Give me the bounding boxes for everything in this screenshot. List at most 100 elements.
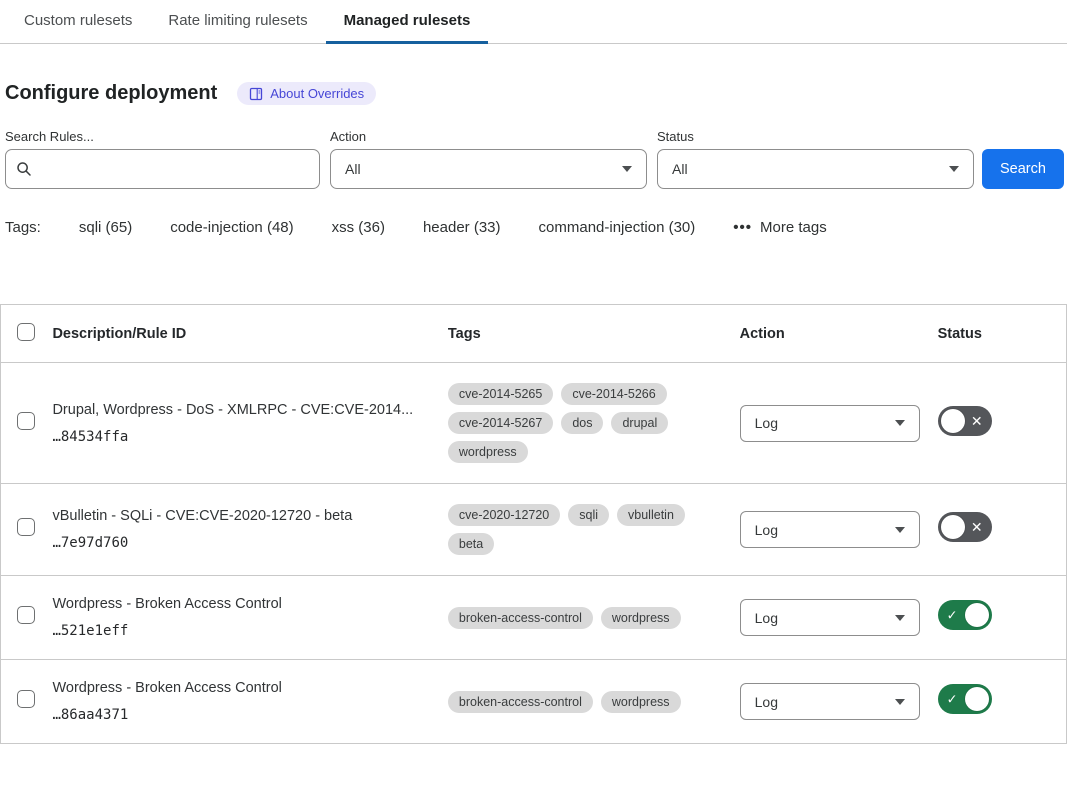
- rule-tag-pill: wordpress: [448, 441, 528, 463]
- column-header-action: Action: [740, 305, 938, 363]
- status-toggle[interactable]: ✓ ✕: [938, 512, 992, 542]
- rule-tags: broken-access-control wordpress: [448, 691, 726, 713]
- rule-id: …521e1eff: [52, 623, 447, 639]
- chevron-down-icon: [895, 615, 905, 621]
- rule-tag-pill: dos: [561, 412, 603, 434]
- tags-list: sqli (65) code-injection (48) xss (36) head…: [79, 219, 695, 236]
- action-filter-label: Action: [330, 129, 647, 144]
- ruleset-tabs: Custom rulesets Rate limiting rulesets M…: [0, 0, 1067, 44]
- page-title: Configure deployment: [5, 82, 217, 105]
- action-select[interactable]: Log: [740, 405, 920, 442]
- table-row: Wordpress - Broken Access Control …521e1…: [1, 576, 1067, 660]
- action-select[interactable]: Log: [740, 599, 920, 636]
- row-checkbox[interactable]: [17, 518, 35, 536]
- action-select-value: Log: [755, 694, 778, 710]
- heading-row: Configure deployment About Overrides: [5, 82, 1067, 105]
- toggle-knob: [941, 515, 965, 539]
- rule-tag-pill: wordpress: [601, 607, 681, 629]
- action-select-value: Log: [755, 610, 778, 626]
- status-filter: Status All: [657, 129, 974, 189]
- search-label: Search Rules...: [5, 129, 320, 144]
- more-tags-label: More tags: [760, 219, 827, 236]
- status-filter-value: All: [672, 161, 688, 177]
- action-filter-select[interactable]: All: [330, 149, 647, 189]
- column-header-tags: Tags: [448, 305, 740, 363]
- tag-filter-link[interactable]: code-injection (48): [170, 219, 293, 236]
- rule-title: Wordpress - Broken Access Control: [52, 680, 447, 696]
- rule-tag-pill: broken-access-control: [448, 607, 593, 629]
- check-icon: ✓: [947, 609, 958, 622]
- rules-table: Description/Rule ID Tags Action Status D…: [0, 304, 1067, 744]
- action-select[interactable]: Log: [740, 683, 920, 720]
- rule-id: …86aa4371: [52, 707, 447, 723]
- chevron-down-icon: [895, 527, 905, 533]
- action-select[interactable]: Log: [740, 511, 920, 548]
- column-header-status: Status: [938, 305, 1067, 363]
- rule-tag-pill: cve-2020-12720: [448, 504, 560, 526]
- rules-table-body: Drupal, Wordpress - DoS - XMLRPC - CVE:C…: [1, 363, 1067, 744]
- table-row: vBulletin - SQLi - CVE:CVE-2020-12720 - …: [1, 484, 1067, 576]
- search-filter: Search Rules...: [5, 129, 320, 189]
- row-checkbox[interactable]: [17, 606, 35, 624]
- status-toggle[interactable]: ✓ ✕: [938, 684, 992, 714]
- more-tags-button[interactable]: ••• More tags: [733, 219, 826, 236]
- check-icon: ✓: [947, 693, 958, 706]
- x-icon: ✕: [971, 414, 983, 428]
- rule-tag-pill: broken-access-control: [448, 691, 593, 713]
- table-row: Wordpress - Broken Access Control …86aa4…: [1, 660, 1067, 744]
- action-select-value: Log: [755, 522, 778, 538]
- tab-managed-rulesets[interactable]: Managed rulesets: [326, 0, 489, 44]
- rule-tags: cve-2020-12720 sqli vbulletin beta: [448, 504, 726, 555]
- search-icon: [16, 161, 32, 177]
- book-icon: [249, 87, 263, 101]
- tab-custom-rulesets[interactable]: Custom rulesets: [6, 0, 150, 44]
- status-toggle[interactable]: ✓ ✕: [938, 600, 992, 630]
- toggle-knob: [965, 687, 989, 711]
- rule-tags: cve-2014-5265cve-2014-5266cve-2014-5267d…: [448, 383, 726, 463]
- search-button[interactable]: Search: [982, 149, 1064, 189]
- x-icon: ✕: [971, 520, 983, 534]
- rule-title: Wordpress - Broken Access Control: [52, 596, 447, 612]
- about-overrides-link[interactable]: About Overrides: [237, 82, 376, 105]
- tag-filter-link[interactable]: header (33): [423, 219, 501, 236]
- rule-id: …7e97d760: [52, 535, 447, 551]
- rule-tag-pill: sqli: [568, 504, 609, 526]
- tag-filter-link[interactable]: command-injection (30): [539, 219, 696, 236]
- row-checkbox[interactable]: [17, 412, 35, 430]
- rule-tag-pill: vbulletin: [617, 504, 685, 526]
- chevron-down-icon: [895, 699, 905, 705]
- tab-rate-limiting-rulesets[interactable]: Rate limiting rulesets: [150, 0, 325, 44]
- ellipsis-icon: •••: [733, 220, 752, 235]
- chevron-down-icon: [622, 166, 632, 172]
- action-filter-value: All: [345, 161, 361, 177]
- search-input[interactable]: [40, 150, 309, 188]
- table-row: Drupal, Wordpress - DoS - XMLRPC - CVE:C…: [1, 363, 1067, 484]
- tags-bar-label: Tags:: [5, 219, 41, 236]
- status-filter-select[interactable]: All: [657, 149, 974, 189]
- rule-tag-pill: cve-2014-5267: [448, 412, 553, 434]
- rule-title: Drupal, Wordpress - DoS - XMLRPC - CVE:C…: [52, 402, 447, 418]
- rule-id: …84534ffa: [52, 429, 447, 445]
- chevron-down-icon: [949, 166, 959, 172]
- action-select-value: Log: [755, 415, 778, 431]
- status-toggle[interactable]: ✓ ✕: [938, 406, 992, 436]
- row-checkbox[interactable]: [17, 690, 35, 708]
- tag-filter-link[interactable]: xss (36): [332, 219, 385, 236]
- about-overrides-label: About Overrides: [270, 86, 364, 101]
- tag-filter-link[interactable]: sqli (65): [79, 219, 132, 236]
- chevron-down-icon: [895, 420, 905, 426]
- filter-bar: Search Rules... Action All Status All Se…: [5, 129, 1062, 189]
- tags-bar: Tags: sqli (65) code-injection (48) xss (3…: [5, 219, 1067, 236]
- action-filter: Action All: [330, 129, 647, 189]
- column-header-description: Description/Rule ID: [52, 305, 447, 363]
- rule-tag-pill: cve-2014-5265: [448, 383, 553, 405]
- rule-tag-pill: wordpress: [601, 691, 681, 713]
- toggle-knob: [941, 409, 965, 433]
- status-filter-label: Status: [657, 129, 974, 144]
- search-box: [5, 149, 320, 189]
- rule-tags: broken-access-control wordpress: [448, 607, 726, 629]
- rule-title: vBulletin - SQLi - CVE:CVE-2020-12720 - …: [52, 508, 447, 524]
- select-all-checkbox[interactable]: [17, 323, 35, 341]
- rule-tag-pill: beta: [448, 533, 494, 555]
- table-header-row: Description/Rule ID Tags Action Status: [1, 305, 1067, 363]
